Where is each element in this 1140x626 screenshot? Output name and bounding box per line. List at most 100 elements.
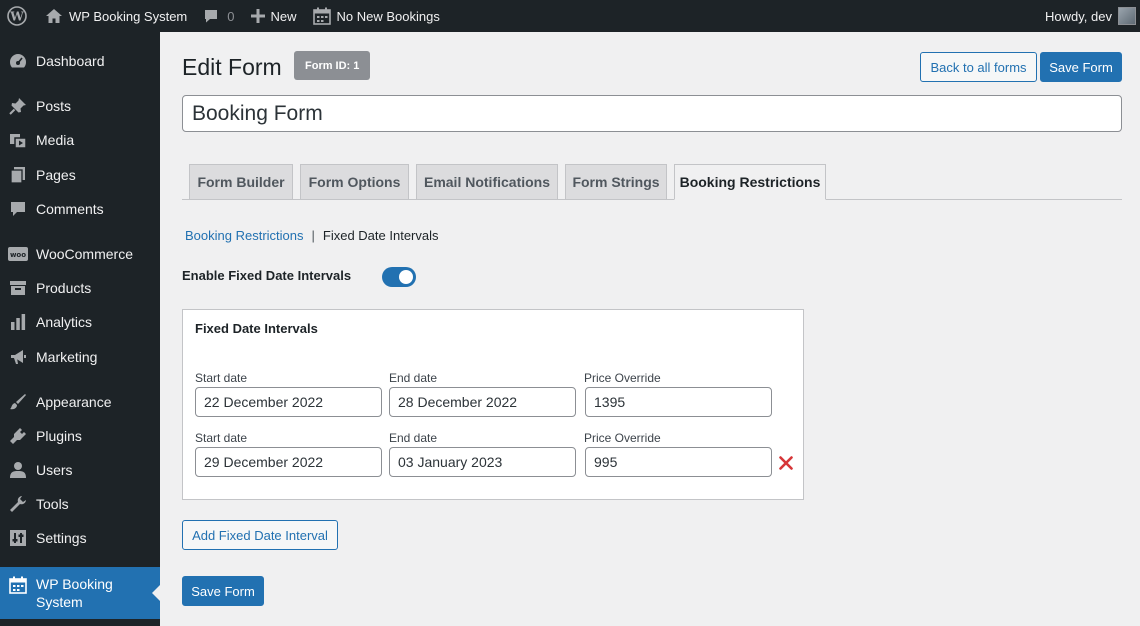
sidebar-label-wp-booking-system: WP Booking System bbox=[36, 575, 113, 611]
site-name-link[interactable]: WP Booking System bbox=[37, 0, 195, 32]
comment-bubble-icon bbox=[203, 8, 219, 24]
sidebar-item-marketing[interactable]: Marketing bbox=[0, 346, 160, 368]
sidebar-label-marketing: Marketing bbox=[36, 349, 98, 365]
end-date-input[interactable]: 03 January 2023 bbox=[389, 447, 576, 477]
plugin-icon bbox=[0, 427, 36, 445]
sidebar-label-pages: Pages bbox=[36, 167, 76, 183]
admin-bar: W WP Booking System 0 New No New Booking… bbox=[0, 0, 1140, 32]
page-title: Edit Form bbox=[182, 54, 282, 80]
fixed-date-intervals-panel: Fixed Date Intervals Start date End date… bbox=[182, 309, 804, 500]
bar-chart-icon bbox=[0, 313, 36, 331]
breadcrumb: Booking Restrictions | Fixed Date Interv… bbox=[185, 228, 439, 243]
tab-form-strings[interactable]: Form Strings bbox=[565, 164, 667, 200]
howdy-text: Howdy, dev bbox=[1045, 8, 1112, 24]
sidebar-item-appearance[interactable]: Appearance bbox=[0, 391, 160, 413]
comment-icon bbox=[0, 200, 36, 218]
my-account-link[interactable]: Howdy, dev bbox=[1037, 0, 1140, 32]
admin-sidebar: Dashboard Posts Media Pages Comments woo… bbox=[0, 32, 160, 626]
start-date-label: Start date bbox=[195, 431, 248, 445]
toggle-knob bbox=[399, 270, 413, 284]
save-form-button-top[interactable]: Save Form bbox=[1040, 52, 1122, 82]
price-override-label: Price Override bbox=[584, 431, 661, 445]
calendar-icon bbox=[312, 7, 331, 25]
panel-title: Fixed Date Intervals bbox=[195, 321, 318, 336]
sidebar-item-plugins[interactable]: Plugins bbox=[0, 425, 160, 447]
end-date-input[interactable]: 28 December 2022 bbox=[389, 387, 576, 417]
sidebar-item-comments[interactable]: Comments bbox=[0, 198, 160, 220]
sidebar-item-media[interactable]: Media bbox=[0, 129, 160, 151]
media-icon bbox=[0, 131, 36, 149]
breadcrumb-current: Fixed Date Intervals bbox=[322, 228, 439, 243]
sidebar-item-woocommerce[interactable]: woo WooCommerce bbox=[0, 243, 160, 265]
new-content-link[interactable]: New bbox=[243, 0, 305, 32]
remove-interval-icon[interactable] bbox=[777, 454, 795, 472]
price-override-label: Price Override bbox=[584, 371, 661, 385]
calendar-icon bbox=[0, 576, 36, 594]
start-date-label: Start date bbox=[195, 371, 248, 385]
home-icon bbox=[45, 8, 63, 24]
tab-booking-restrictions[interactable]: Booking Restrictions bbox=[674, 164, 826, 200]
enable-intervals-toggle[interactable] bbox=[382, 267, 416, 287]
sidebar-label-posts: Posts bbox=[36, 98, 72, 114]
plus-icon bbox=[250, 9, 265, 23]
sidebar-label-products: Products bbox=[36, 280, 92, 296]
sidebar-label-analytics: Analytics bbox=[36, 314, 93, 330]
sidebar-item-users[interactable]: Users bbox=[0, 459, 160, 481]
end-date-label: End date bbox=[389, 431, 438, 445]
comments-link[interactable]: 0 bbox=[195, 0, 242, 32]
sidebar-label-plugins: Plugins bbox=[36, 428, 82, 444]
toggle-label: Enable Fixed Date Intervals bbox=[182, 268, 352, 283]
sidebar-item-dashboard[interactable]: Dashboard bbox=[0, 50, 160, 72]
svg-text:W: W bbox=[9, 10, 24, 24]
add-fixed-date-interval-button[interactable]: Add Fixed Date Interval bbox=[182, 520, 338, 550]
site-name: WP Booking System bbox=[69, 8, 188, 24]
pages-icon bbox=[0, 166, 36, 184]
price-override-input[interactable]: 995 bbox=[585, 447, 772, 477]
archive-icon bbox=[0, 279, 36, 297]
sidebar-label-line2: System bbox=[36, 594, 83, 610]
sidebar-item-analytics[interactable]: Analytics bbox=[0, 311, 160, 333]
tab-form-builder[interactable]: Form Builder bbox=[189, 164, 293, 200]
sidebar-item-products[interactable]: Products bbox=[0, 277, 160, 299]
tab-form-options[interactable]: Form Options bbox=[300, 164, 409, 200]
pin-icon bbox=[0, 97, 36, 115]
comments-count: 0 bbox=[227, 8, 235, 24]
start-date-input[interactable]: 22 December 2022 bbox=[195, 387, 382, 417]
price-override-input[interactable]: 1395 bbox=[585, 387, 772, 417]
sidebar-label-woocommerce: WooCommerce bbox=[36, 246, 133, 262]
megaphone-icon bbox=[0, 348, 36, 366]
sidebar-label-media: Media bbox=[36, 132, 75, 148]
new-label: New bbox=[270, 8, 297, 24]
breadcrumb-separator: | bbox=[311, 228, 315, 243]
breadcrumb-link-booking-restrictions[interactable]: Booking Restrictions bbox=[185, 228, 304, 243]
sidebar-label-users: Users bbox=[36, 462, 73, 478]
settings-icon bbox=[0, 529, 36, 547]
wordpress-logo-icon[interactable]: W bbox=[0, 0, 37, 32]
start-date-input[interactable]: 29 December 2022 bbox=[195, 447, 382, 477]
sidebar-item-wp-booking-system[interactable]: WP Booking System bbox=[0, 567, 160, 619]
sidebar-item-tools[interactable]: Tools bbox=[0, 493, 160, 515]
sidebar-label-dashboard: Dashboard bbox=[36, 53, 105, 69]
sidebar-item-pages[interactable]: Pages bbox=[0, 164, 160, 186]
sidebar-item-posts[interactable]: Posts bbox=[0, 95, 160, 117]
sidebar-label-line1: WP Booking bbox=[36, 576, 113, 592]
back-to-forms-button[interactable]: Back to all forms bbox=[920, 52, 1037, 82]
woo-icon: woo bbox=[0, 247, 36, 261]
brush-icon bbox=[0, 393, 36, 411]
sidebar-label-settings: Settings bbox=[36, 530, 87, 546]
sidebar-label-appearance: Appearance bbox=[36, 394, 112, 410]
form-id-badge: Form ID: 1 bbox=[294, 51, 371, 80]
dashboard-icon bbox=[0, 52, 36, 70]
tab-email-notifications[interactable]: Email Notifications bbox=[416, 164, 558, 200]
bookings-label: No New Bookings bbox=[336, 8, 440, 24]
wrench-icon bbox=[0, 495, 36, 513]
end-date-label: End date bbox=[389, 371, 438, 385]
svg-text:woo: woo bbox=[10, 251, 26, 259]
sidebar-label-comments: Comments bbox=[36, 201, 104, 217]
form-title-input[interactable]: Booking Form bbox=[182, 95, 1122, 132]
sidebar-item-settings[interactable]: Settings bbox=[0, 527, 160, 549]
sidebar-label-tools: Tools bbox=[36, 496, 69, 512]
bookings-link[interactable]: No New Bookings bbox=[305, 0, 448, 32]
save-form-button-bottom[interactable]: Save Form bbox=[182, 576, 264, 606]
avatar bbox=[1118, 7, 1136, 25]
